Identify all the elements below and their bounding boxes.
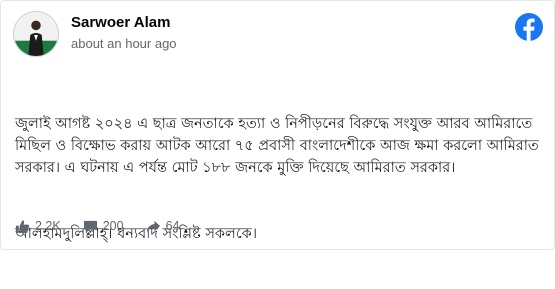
share-count: 64 (165, 219, 180, 233)
post-timestamp[interactable]: about an hour ago (71, 36, 177, 51)
post-paragraph: জুলাই আগষ্ট ২০২৪ এ ছাত্র জনতাকে হত্যা ও … (15, 116, 544, 176)
share-stat[interactable]: 64 (146, 219, 180, 234)
author-name[interactable]: Sarwoer Alam (71, 14, 171, 31)
post-header: Sarwoer Alam about an hour ago (13, 11, 543, 59)
post-body: জুলাই আগষ্ট ২০২৪ এ ছাত্র জনতাকে হত্যা ও … (15, 69, 545, 289)
comment-bubble-icon (83, 220, 97, 233)
like-count: 2.2K (35, 219, 61, 233)
like-stat[interactable]: 2.2K (15, 219, 61, 234)
thumbs-up-icon (15, 219, 30, 233)
share-arrow-icon (146, 220, 160, 232)
comment-stat[interactable]: 200 (83, 219, 124, 234)
facebook-post-card: Sarwoer Alam about an hour ago জুলাই আগষ… (0, 0, 555, 250)
comment-count: 200 (102, 219, 124, 233)
facebook-logo-icon[interactable] (515, 13, 543, 41)
author-avatar[interactable] (13, 11, 59, 57)
post-stats-bar: 2.2K 200 64 (15, 215, 201, 237)
